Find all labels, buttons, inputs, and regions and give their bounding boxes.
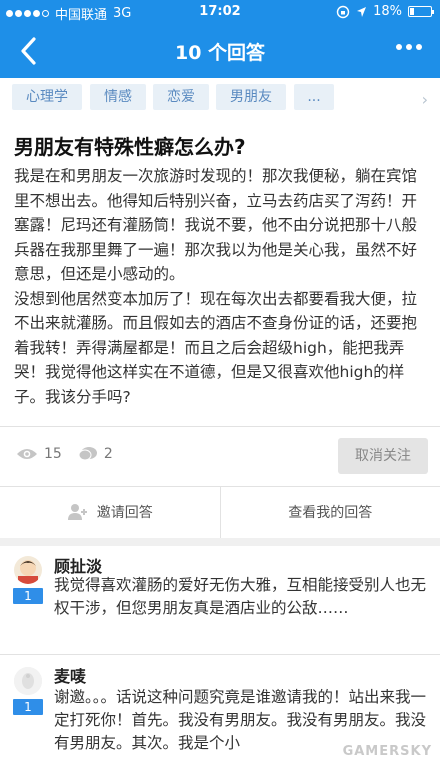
page-title: 10 个回答	[174, 42, 266, 64]
chevron-right-icon[interactable]: ›	[422, 90, 428, 109]
tag-item[interactable]: 男朋友	[216, 84, 286, 110]
answer-author[interactable]: 麦唛	[54, 663, 86, 687]
vote-count-badge[interactable]: 1	[13, 699, 43, 715]
tag-list: 心理学 情感 恋爱 男朋友 ... ›	[0, 84, 440, 112]
location-icon	[357, 6, 367, 17]
top-bar: 中国联通 3G 17:02 18% 10 个回答	[0, 0, 440, 78]
status-bar: 中国联通 3G 17:02 18%	[0, 0, 440, 24]
view-count: 15	[44, 446, 62, 462]
question-title: 男朋友有特殊性癖怎么办?	[14, 135, 246, 159]
invite-answer-button[interactable]: 邀请回答	[0, 486, 220, 538]
answer-excerpt: 我觉得喜欢灌肠的爱好无伤大雅，互相能接受别人也无权干涉，但您男朋友真是酒店业的公…	[54, 576, 427, 617]
question-stats: 15 2	[16, 446, 121, 462]
tag-item[interactable]: 恋爱	[153, 84, 209, 110]
comment-icon	[78, 447, 97, 461]
comment-count: 2	[103, 446, 113, 462]
divider	[0, 426, 440, 427]
battery-icon	[408, 6, 434, 17]
vote-count-badge[interactable]: 1	[13, 588, 43, 604]
battery-percent: 18%	[373, 4, 402, 19]
avatar[interactable]	[14, 667, 42, 695]
more-button[interactable]	[396, 44, 422, 50]
question-paragraph: 没想到他居然变本加厉了！现在每次出去都要看我大便，拉不出来就灌肠。而且假如去的酒…	[14, 289, 418, 406]
view-my-answer-label: 查看我的回答	[288, 505, 373, 521]
avatar-image	[14, 667, 42, 695]
section-separator	[0, 538, 440, 546]
tag-item[interactable]: 心理学	[12, 84, 82, 110]
more-dots-icon	[396, 44, 402, 50]
action-bar: 邀请回答 查看我的回答	[0, 486, 440, 538]
add-user-icon	[67, 504, 87, 520]
question-body: 我是在和男朋友一次旅游时发现的！那次我便秘，躺在宾馆里不想出去。他得知后特别兴奋…	[14, 164, 428, 409]
avatar[interactable]	[14, 556, 42, 584]
unfollow-button[interactable]: 取消关注	[338, 438, 428, 474]
nav-bar: 10 个回答	[0, 24, 440, 78]
tag-item[interactable]: 情感	[90, 84, 146, 110]
avatar-image	[14, 556, 42, 584]
answer-item[interactable]: 1 顾扯淡 我觉得喜欢灌肠的爱好无伤大雅，互相能接受别人也无权干涉，但您男朋友真…	[0, 546, 440, 654]
question-paragraph: 我是在和男朋友一次旅游时发现的！那次我便秘，躺在宾馆里不想出去。他得知后特别兴奋…	[14, 167, 418, 283]
invite-answer-label: 邀请回答	[96, 505, 153, 521]
eye-icon	[17, 449, 37, 459]
watermark-logo: GAMERSKY	[342, 744, 432, 759]
rotation-lock-icon	[336, 5, 350, 18]
tag-more[interactable]: ...	[294, 84, 334, 110]
view-my-answer-button[interactable]: 查看我的回答	[219, 486, 440, 538]
